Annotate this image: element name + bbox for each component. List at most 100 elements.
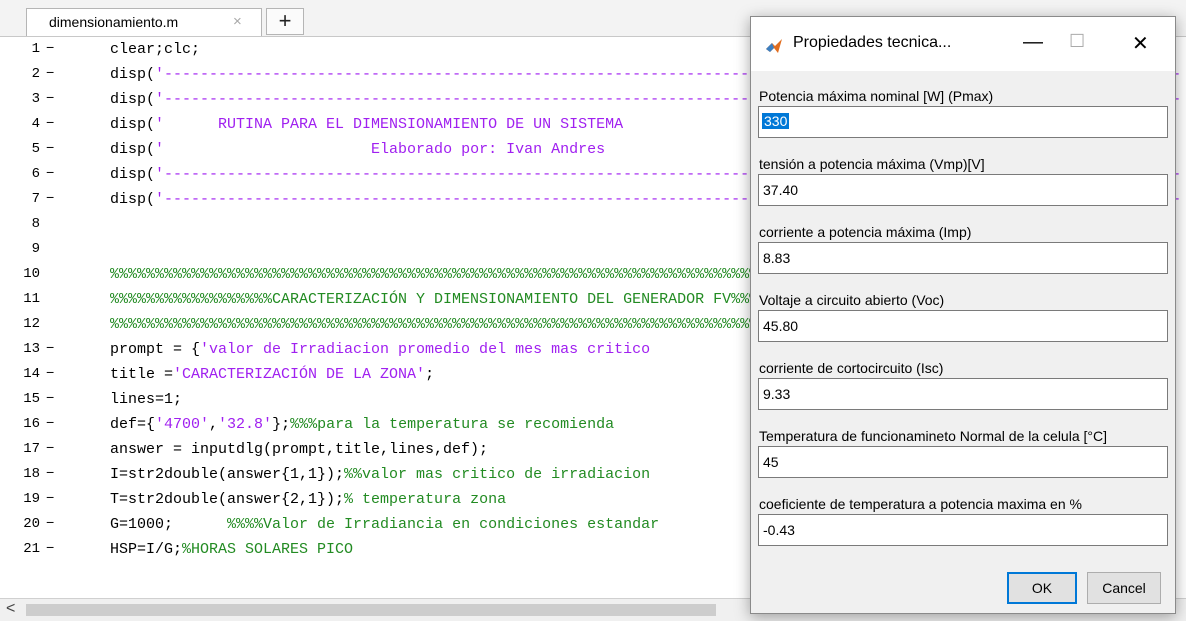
line-number: 20 — [23, 516, 40, 532]
dialog-titlebar[interactable]: Propiedades tecnica... — ☐ ✕ — [751, 17, 1175, 71]
ok-button[interactable]: OK — [1007, 572, 1077, 604]
minimize-button[interactable]: — — [1023, 31, 1043, 54]
code-token: G=1000; — [110, 516, 228, 533]
matlab-icon — [765, 37, 783, 55]
tab-dimensionamiento[interactable]: dimensionamiento.m × — [26, 8, 262, 36]
code-text: prompt = {'valor de Irradiacion promedio… — [110, 337, 650, 362]
breakpoint-marker[interactable]: − — [46, 337, 54, 362]
breakpoint-marker[interactable]: − — [46, 187, 54, 212]
properties-dialog: Propiedades tecnica... — ☐ ✕ Potencia má… — [750, 16, 1176, 614]
noct-input[interactable] — [758, 446, 1168, 478]
line-number: 17 — [23, 441, 40, 457]
code-token: , — [209, 416, 219, 433]
code-token: %HORAS SOLARES PICO — [182, 541, 354, 558]
code-text: title ='CARACTERIZACIÓN DE LA ZONA'; — [110, 362, 434, 387]
code-token: title = — [110, 366, 174, 383]
breakpoint-marker[interactable]: − — [46, 487, 54, 512]
line-number: 2 — [31, 66, 40, 82]
new-tab-button[interactable]: + — [266, 8, 304, 35]
field-label-vmp: tensión a potencia máxima (Vmp)[V] — [759, 156, 985, 172]
code-token: def={ — [110, 416, 156, 433]
code-text: answer = inputdlg(prompt,title,lines,def… — [110, 437, 488, 462]
code-token: disp( — [110, 91, 156, 108]
breakpoint-marker[interactable]: − — [46, 437, 54, 462]
code-token: % temperatura zona — [344, 491, 507, 508]
code-token: disp( — [110, 66, 156, 83]
cancel-button[interactable]: Cancel — [1087, 572, 1161, 604]
code-text: I=str2double(answer{1,1});%%valor mas cr… — [110, 462, 650, 487]
temp-coef-input[interactable] — [758, 514, 1168, 546]
breakpoint-marker[interactable]: − — [46, 137, 54, 162]
line-number: 15 — [23, 391, 40, 407]
breakpoint-marker[interactable]: − — [46, 62, 54, 87]
code-token: 'CARACTERIZACIÓN DE LA ZONA' — [173, 366, 426, 383]
scrollbar-thumb[interactable] — [26, 604, 716, 616]
code-token: T=str2double(answer{2,1}); — [110, 491, 345, 508]
line-number: 8 — [31, 216, 40, 232]
code-token: disp( — [110, 191, 156, 208]
breakpoint-marker[interactable]: − — [46, 512, 54, 537]
close-tab-icon[interactable]: × — [233, 13, 242, 30]
close-button[interactable]: ✕ — [1132, 31, 1149, 56]
imp-input[interactable] — [758, 242, 1168, 274]
code-text: clear;clc; — [110, 37, 200, 62]
line-number: 1 — [31, 41, 40, 57]
maximize-button[interactable]: ☐ — [1069, 31, 1085, 52]
code-token: '32.8' — [218, 416, 273, 433]
pmax-input[interactable]: 330 — [758, 106, 1168, 138]
code-token: answer = inputdlg(prompt,title,lines,def… — [110, 441, 489, 458]
line-number: 14 — [23, 366, 40, 382]
code-token: prompt = { — [110, 341, 201, 358]
breakpoint-marker[interactable]: − — [46, 362, 54, 387]
isc-input[interactable] — [758, 378, 1168, 410]
field-label-voc: Voltaje a circuito abierto (Voc) — [759, 292, 945, 308]
code-token: disp( — [110, 141, 156, 158]
code-text: T=str2double(answer{2,1});% temperatura … — [110, 487, 506, 512]
line-number: 13 — [23, 341, 40, 357]
code-token: ' RUTINA PARA EL DIMENSIONAMIENTO DE UN … — [155, 116, 624, 133]
breakpoint-marker[interactable]: − — [46, 87, 54, 112]
code-token: clear;clc; — [110, 41, 201, 58]
line-number: 11 — [23, 291, 40, 307]
code-token: ; — [425, 366, 435, 383]
pmax-value: 330 — [762, 113, 790, 129]
code-token: '4700' — [155, 416, 210, 433]
line-number: 5 — [31, 141, 40, 157]
vmp-input[interactable] — [758, 174, 1168, 206]
code-token: HSP=I/G; — [110, 541, 183, 558]
line-number: 21 — [23, 541, 40, 557]
line-number: 9 — [31, 241, 40, 257]
line-number: 7 — [31, 191, 40, 207]
field-label-imp: corriente a potencia máxima (Imp) — [759, 224, 972, 240]
breakpoint-marker[interactable]: − — [46, 412, 54, 437]
breakpoint-marker[interactable]: − — [46, 37, 54, 62]
line-number: 12 — [23, 316, 40, 332]
code-text: lines=1; — [110, 387, 182, 412]
scroll-left-icon[interactable]: < — [6, 600, 15, 618]
line-number: 4 — [31, 116, 40, 132]
code-token: disp( — [110, 116, 156, 133]
breakpoint-marker[interactable]: − — [46, 462, 54, 487]
dialog-title: Propiedades tecnica... — [793, 34, 952, 51]
line-number: 10 — [23, 266, 40, 282]
field-label-isc: corriente de cortocircuito (Isc) — [759, 360, 944, 376]
breakpoint-marker[interactable]: − — [46, 162, 54, 187]
code-text: disp(' RUTINA PARA EL DIMENSIONAMIENTO D… — [110, 112, 623, 137]
breakpoint-marker[interactable]: − — [46, 112, 54, 137]
code-token: %%%%Valor de Irradiancia en condiciones … — [227, 516, 660, 533]
field-label-noct: Temperatura de funcionamineto Normal de … — [759, 428, 1107, 444]
code-token: %%valor mas critico de irradiacion — [344, 466, 651, 483]
line-number: 19 — [23, 491, 40, 507]
breakpoint-marker[interactable]: − — [46, 537, 54, 562]
field-label-pmax: Potencia máxima nominal [W] (Pmax) — [759, 88, 994, 104]
line-number: 3 — [31, 91, 40, 107]
voc-input[interactable] — [758, 310, 1168, 342]
code-token: 'valor de Irradiacion promedio del mes m… — [200, 341, 651, 358]
line-number: 16 — [23, 416, 40, 432]
breakpoint-marker[interactable]: − — [46, 387, 54, 412]
line-number: 6 — [31, 166, 40, 182]
tab-label: dimensionamiento.m — [49, 14, 179, 30]
code-token: lines=1; — [110, 391, 183, 408]
code-token: ' Elaborado por: Ivan Andres — [155, 141, 606, 158]
code-token: }; — [272, 416, 291, 433]
